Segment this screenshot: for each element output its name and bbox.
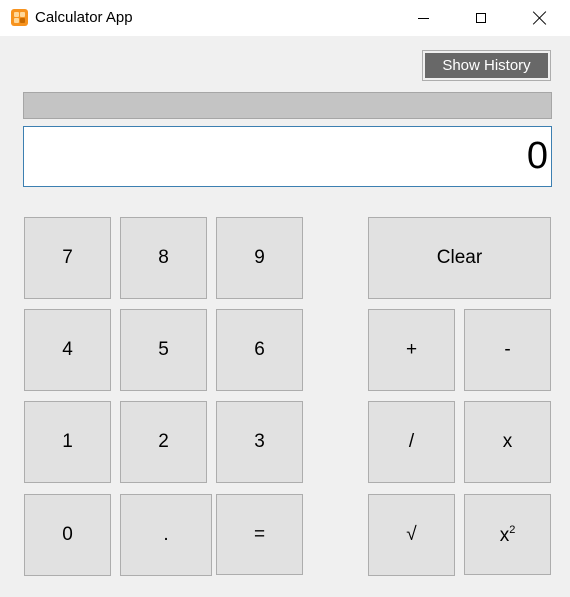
show-history-button[interactable]: Show History (422, 50, 551, 81)
calculator-window: Calculator App Show History 0 7 8 9 4 5 … (0, 0, 570, 597)
maximize-button[interactable] (458, 0, 504, 36)
key-5[interactable]: 5 (120, 309, 207, 391)
key-subtract[interactable]: - (464, 309, 551, 391)
key-8[interactable]: 8 (120, 217, 207, 299)
close-button[interactable] (517, 0, 563, 36)
maximize-icon (476, 13, 486, 23)
minimize-button[interactable] (400, 0, 446, 36)
key-1[interactable]: 1 (24, 401, 111, 483)
close-icon (533, 11, 547, 25)
calculator-app-icon (11, 9, 28, 26)
key-square[interactable]: x2 (464, 494, 551, 575)
minimize-icon (417, 17, 429, 19)
square-exponent: 2 (509, 523, 516, 536)
square-base: x (499, 524, 510, 546)
clear-button[interactable]: Clear (368, 217, 551, 299)
calculator-display[interactable]: 0 (23, 126, 552, 187)
window-title: Calculator App (35, 9, 133, 26)
key-7[interactable]: 7 (24, 217, 111, 299)
key-add[interactable]: + (368, 309, 455, 391)
key-0[interactable]: 0 (24, 494, 111, 576)
key-3[interactable]: 3 (216, 401, 303, 483)
key-multiply[interactable]: x (464, 401, 551, 483)
key-2[interactable]: 2 (120, 401, 207, 483)
key-equals[interactable]: = (216, 494, 303, 575)
key-divide[interactable]: / (368, 401, 455, 483)
key-4[interactable]: 4 (24, 309, 111, 391)
title-bar: Calculator App (0, 0, 570, 36)
key-square-root[interactable]: √ (368, 494, 455, 576)
key-decimal[interactable]: . (120, 494, 212, 576)
show-history-label: Show History (425, 53, 548, 78)
key-9[interactable]: 9 (216, 217, 303, 299)
square-label: x2 (499, 523, 516, 546)
history-strip (23, 92, 552, 119)
key-6[interactable]: 6 (216, 309, 303, 391)
